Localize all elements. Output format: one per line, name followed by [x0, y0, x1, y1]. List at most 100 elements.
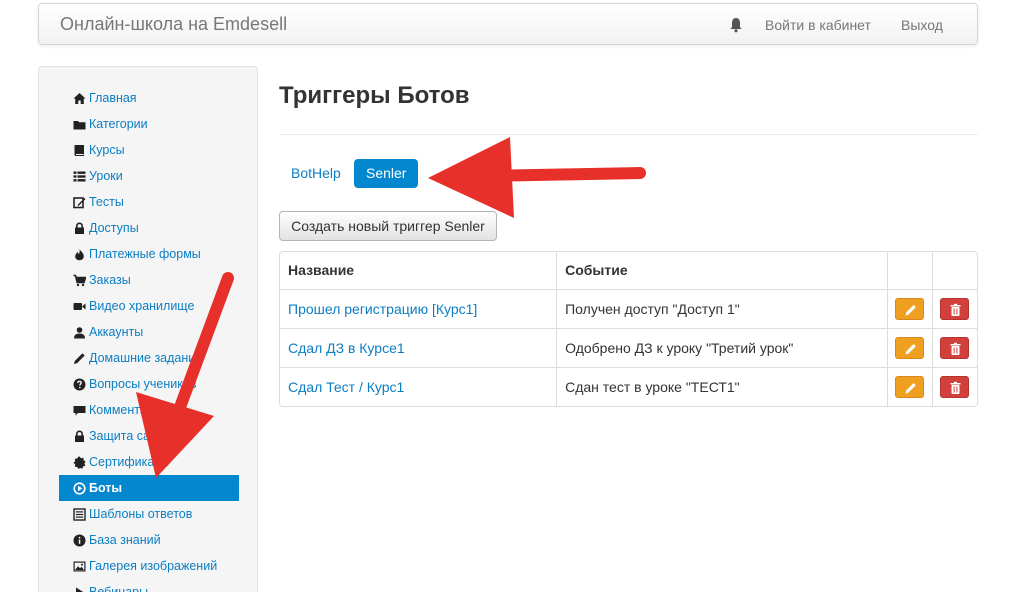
sidebar-item-label: Комментарии [89, 403, 168, 417]
sidebar-item-label: Платежные формы [89, 247, 201, 261]
template-icon [73, 507, 87, 521]
table-row: Сдал ДЗ в Курсе1 Одобрено ДЗ к уроку "Тре… [280, 328, 977, 368]
cart-icon [73, 274, 87, 287]
sidebar-item-10[interactable]: Аккаунты [59, 319, 239, 345]
tab-senler[interactable]: Senler [354, 159, 419, 188]
top-navbar: Онлайн-школа на Emdesell Войти в кабинет… [38, 3, 978, 45]
edit-icon [73, 196, 87, 209]
sidebar-item-label: Видео хранилище [89, 299, 195, 313]
edit-cell [887, 367, 933, 406]
edit-trigger-button[interactable] [895, 336, 925, 359]
play-circle-icon [73, 481, 87, 495]
question-icon [73, 378, 87, 391]
sidebar-item-label: Галерея изображений [89, 559, 218, 573]
sidebar-item-label: Домашние задания [89, 351, 203, 365]
home-icon [73, 92, 87, 105]
book-icon [73, 144, 87, 157]
sidebar: Главная Категории Курсы Уроки Тесты Доступы Пл… [38, 66, 258, 592]
edit-cell [887, 328, 933, 368]
play-icon [73, 586, 87, 592]
comment-icon [73, 404, 87, 417]
sidebar-item-18[interactable]: База знаний [59, 527, 239, 553]
sidebar-item-13[interactable]: Комментарии [59, 397, 239, 423]
edit-trigger-button[interactable] [895, 375, 925, 398]
sidebar-item-label: Сертификаты [89, 455, 169, 469]
sidebar-item-8[interactable]: Заказы [59, 267, 239, 293]
sidebar-item-11[interactable]: Домашние задания [59, 345, 239, 371]
sidebar-item-19[interactable]: Галерея изображений [59, 553, 239, 579]
sidebar-item-label: Тесты [89, 195, 124, 209]
fire-icon [73, 248, 87, 261]
column-header-event: Событие [556, 252, 888, 290]
triggers-table: Название Событие Прошел регистрацию [Кур… [279, 251, 978, 407]
sidebar-item-20[interactable]: Вебинары [59, 579, 239, 592]
edit-cell [887, 289, 933, 329]
sidebar-item-label: Курсы [89, 143, 125, 157]
logout-link[interactable]: Выход [901, 17, 943, 33]
certificate-icon [73, 456, 87, 469]
sidebar-item-label: Защита сайта [89, 429, 170, 443]
sidebar-item-label: Вебинары [89, 585, 149, 592]
delete-trigger-button[interactable] [940, 375, 970, 398]
bell-icon[interactable] [729, 17, 743, 33]
sidebar-item-label: Вопросы учеников [89, 377, 197, 391]
trigger-name-link[interactable]: Сдал ДЗ в Курсе1 [288, 340, 405, 356]
sidebar-item-label: Главная [89, 91, 137, 105]
trigger-event-cell: Сдан тест в уроке "ТЕСТ1" [556, 367, 888, 406]
column-header-edit [887, 252, 933, 290]
sidebar-item-label: Заказы [89, 273, 131, 287]
sidebar-item-15[interactable]: Сертификаты [59, 449, 239, 475]
delete-trigger-button[interactable] [940, 336, 970, 359]
sidebar-item-label: Боты [89, 481, 123, 495]
sidebar-item-label: Аккаунты [89, 325, 144, 339]
page-title: Триггеры Ботов [279, 82, 470, 109]
sidebar-item-12[interactable]: Вопросы учеников [59, 371, 239, 397]
title-divider [279, 134, 978, 135]
delete-trigger-button[interactable] [940, 297, 970, 320]
trigger-name-cell: Сдал Тест / Курс1 [280, 367, 558, 406]
sidebar-item-5[interactable]: Тесты [59, 189, 239, 215]
trigger-name-link[interactable]: Прошел регистрацию [Курс1] [288, 301, 477, 317]
trigger-name-cell: Сдал ДЗ в Курсе1 [280, 328, 558, 368]
table-header-row: Название Событие [280, 252, 977, 290]
column-header-delete [932, 252, 977, 290]
user-icon [73, 326, 87, 339]
info-icon [73, 534, 87, 547]
sidebar-item-7[interactable]: Платежные формы [59, 241, 239, 267]
column-header-name: Название [280, 252, 558, 290]
sidebar-item-label: Уроки [89, 169, 123, 183]
tab-bothelp[interactable]: BotHelp [279, 159, 353, 188]
edit-trigger-button[interactable] [895, 297, 925, 320]
lock-icon [73, 429, 87, 443]
folder-icon [73, 118, 87, 131]
pencil-icon [73, 352, 87, 365]
sidebar-item-6[interactable]: Доступы [59, 215, 239, 241]
lock-icon [73, 221, 87, 235]
trigger-event-cell: Одобрено ДЗ к уроку "Третий урок" [556, 328, 888, 368]
arrow-to-senler-tab [428, 137, 646, 218]
table-row: Прошел регистрацию [Курс1] Получен доступ… [280, 289, 977, 329]
delete-cell [932, 289, 977, 329]
sidebar-item-9[interactable]: Видео хранилище [59, 293, 239, 319]
delete-cell [932, 367, 977, 406]
table-body: Прошел регистрацию [Курс1] Получен доступ… [280, 289, 977, 406]
sidebar-item-4[interactable]: Уроки [59, 163, 239, 189]
trigger-name-cell: Прошел регистрацию [Курс1] [280, 289, 558, 329]
table-row: Сдал Тест / Курс1 Сдан тест в уроке "ТЕСТ… [280, 367, 977, 406]
sidebar-item-2[interactable]: Категории [59, 111, 239, 137]
sidebar-item-1[interactable]: Главная [59, 85, 239, 111]
sidebar-item-14[interactable]: Защита сайта [59, 423, 239, 449]
picture-icon [73, 560, 87, 573]
login-cabinet-link[interactable]: Войти в кабинет [765, 17, 871, 33]
sidebar-item-label: Категории [89, 117, 148, 131]
delete-cell [932, 328, 977, 368]
sidebar-item-16[interactable]: Боты [59, 475, 239, 501]
sidebar-item-label: База знаний [89, 533, 161, 547]
sidebar-item-label: Шаблоны ответов [89, 507, 193, 521]
trigger-name-link[interactable]: Сдал Тест / Курс1 [288, 379, 404, 395]
brand-title[interactable]: Онлайн-школа на Emdesell [60, 14, 287, 35]
sidebar-item-3[interactable]: Курсы [59, 137, 239, 163]
sidebar-item-17[interactable]: Шаблоны ответов [59, 501, 239, 527]
create-senler-trigger-button[interactable]: Создать новый триггер Senler [279, 211, 497, 241]
sidebar-item-label: Доступы [89, 221, 139, 235]
